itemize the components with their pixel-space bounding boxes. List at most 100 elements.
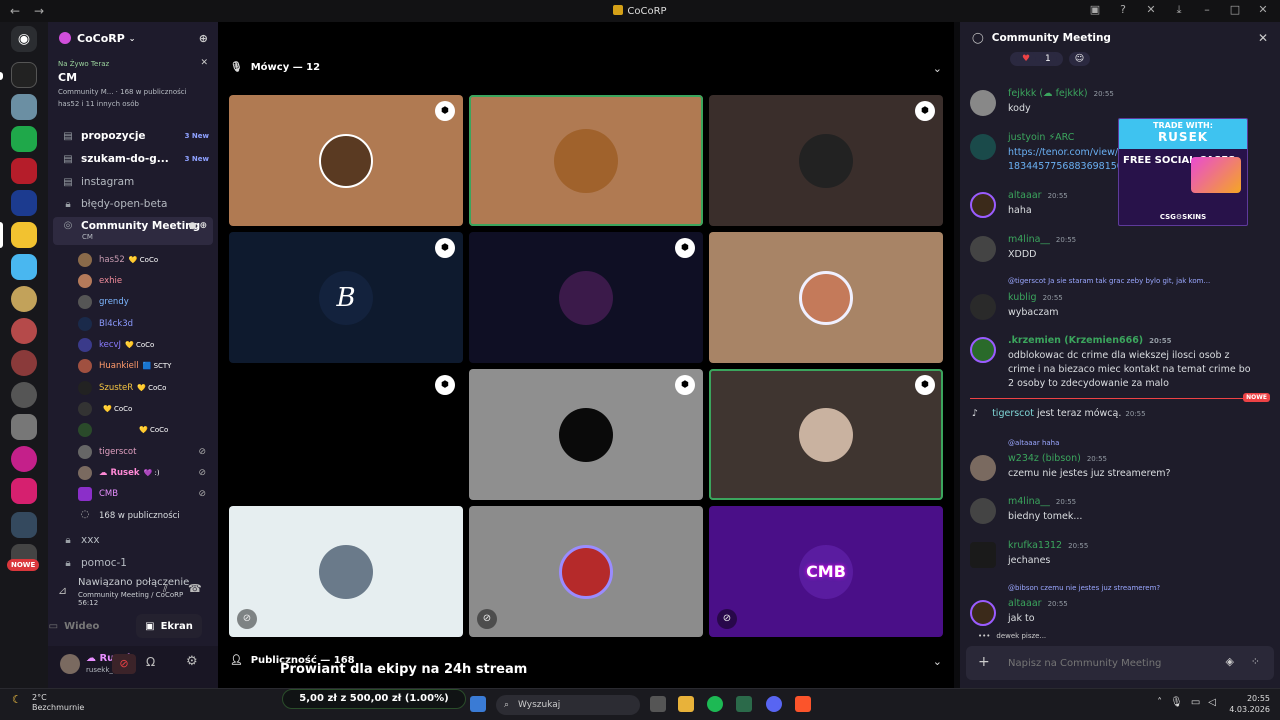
add-reaction-icon[interactable]: ☺	[1068, 52, 1091, 66]
chevron-down-icon[interactable]: ⌄	[933, 62, 942, 75]
server-icon-1[interactable]	[11, 62, 37, 88]
avatar[interactable]	[60, 654, 80, 674]
speaker-tile[interactable]: ⬢	[709, 95, 943, 226]
help-icon[interactable]: ?	[1116, 3, 1130, 17]
file-explorer-icon[interactable]	[678, 696, 694, 712]
message-link[interactable]: https://tenor.com/view/ 1834457756883698…	[1008, 146, 1129, 174]
server-icon-5[interactable]	[11, 190, 37, 216]
server-icon-11[interactable]	[11, 382, 37, 408]
channel-pomoc[interactable]: 🔒︎ pomoc-1	[53, 553, 213, 573]
live-now-card[interactable]: Na Żywo Teraz CM Community M... · 168 w …	[54, 56, 212, 120]
voice-user[interactable]: 💛 CoCo	[78, 399, 212, 419]
reply-preview[interactable]: @bibson czemu nie jestes juz streamerem?	[1008, 584, 1160, 592]
voice-user[interactable]: Huankiell 🟦 SCTY	[78, 356, 212, 376]
inbox-icon[interactable]: ▣	[1088, 3, 1102, 17]
message-author[interactable]: fejkkk (☁ fejkkk) 20:55	[1008, 88, 1114, 99]
display-icon[interactable]: ▭	[1191, 697, 1200, 708]
maximize-icon[interactable]: □	[1228, 3, 1242, 17]
message-author[interactable]: .krzemien (Krzemien666) 20:55	[1008, 335, 1171, 346]
close-icon[interactable]: ✕	[200, 58, 208, 68]
server-icon-15[interactable]	[11, 512, 37, 538]
mic-icon[interactable]: 🎙︎	[1170, 697, 1183, 708]
speaker-tile[interactable]: CMB ⊘	[709, 506, 943, 637]
server-icon-4[interactable]	[11, 158, 37, 184]
mic-muted-icon[interactable]: ⊘	[112, 654, 136, 674]
voice-user[interactable]: has52 💛 CoCo	[78, 250, 212, 270]
server-icon-7[interactable]	[11, 254, 37, 280]
server-icon-9[interactable]	[11, 318, 37, 344]
server-header[interactable]: CoCoRP ⌄ ⊕	[48, 22, 218, 54]
voice-user[interactable]: SzusteR 💛 CoCo	[78, 378, 212, 398]
channel-instagram[interactable]: ▤ instagram	[53, 172, 213, 192]
download-icon[interactable]: ⤓	[1172, 3, 1186, 17]
voice-user[interactable]: kecvJ 💛 CoCo	[78, 335, 212, 355]
heart-reaction[interactable]: ♥ 1	[1010, 52, 1063, 66]
server-icon-cocorp[interactable]	[11, 222, 37, 248]
spotify-icon[interactable]	[707, 696, 723, 712]
weather-widget[interactable]: ☾ 2°C Bezchmurnie	[12, 693, 84, 713]
server-icon-13[interactable]	[11, 446, 37, 472]
message-author[interactable]: altaaar 20:55	[1008, 190, 1068, 201]
voice-user[interactable]: ☁ Rusek 💜 :) ⊘	[78, 463, 212, 483]
message-author[interactable]: m4lina__ 20:55	[1008, 234, 1076, 245]
taskbar-search[interactable]: ⌕ Wyszukaj	[496, 695, 640, 715]
disconnect-icon[interactable]: ☎	[188, 582, 202, 595]
brave-icon[interactable]	[795, 696, 811, 712]
channel-propozycje[interactable]: ▤ propozycje 3 New	[53, 126, 213, 146]
server-icon-8[interactable]	[11, 286, 37, 312]
system-user[interactable]: tigerscot	[992, 408, 1034, 419]
speaker-tile[interactable]: ⊘	[229, 506, 463, 637]
speaker-tile[interactable]: B ⬢	[229, 232, 463, 363]
speaker-tile[interactable]: ⊘	[469, 506, 703, 637]
speaker-tile[interactable]	[709, 232, 943, 363]
channel-bledy[interactable]: 🔒︎ błędy-open-beta	[53, 194, 213, 214]
connection-channel[interactable]: Community Meeting / CoCoRP	[56, 591, 210, 599]
task-view-icon[interactable]	[650, 696, 666, 712]
channel-xxx[interactable]: 🔒︎ xxx	[53, 530, 213, 550]
server-icon-14[interactable]	[11, 478, 37, 504]
server-icon-2[interactable]	[11, 94, 37, 120]
message-author[interactable]: krufka1312 20:55	[1008, 540, 1088, 551]
invite-icon[interactable]: ⊕	[199, 32, 208, 45]
chat-icon[interactable]: ● ⊕	[188, 221, 207, 231]
message-author[interactable]: altaaar 20:55	[1008, 598, 1068, 609]
message-author[interactable]: kublig 20:55	[1008, 292, 1063, 303]
apps-icon[interactable]: ⁘	[1251, 655, 1260, 668]
screen-share-button[interactable]: ▣ Ekran	[136, 614, 202, 638]
voice-user[interactable]: 💛 CoCo	[78, 420, 212, 440]
speaker-tile[interactable]: ⬢	[229, 95, 463, 226]
close-window-icon[interactable]: ✕	[1256, 3, 1270, 17]
tools-icon[interactable]: ✕	[1144, 3, 1158, 17]
minimize-icon[interactable]: –	[1200, 3, 1214, 17]
chevron-up-icon[interactable]: ˄	[1157, 697, 1162, 708]
reply-preview[interactable]: @tigerscot Ja sie staram tak grac zeby b…	[1008, 277, 1210, 285]
message-author[interactable]: justyoin ⚡ARC	[1008, 132, 1074, 143]
plus-icon[interactable]: +	[978, 654, 990, 670]
message-author[interactable]: w234z (bibson) 20:55	[1008, 453, 1107, 464]
speaker-tile[interactable]: ⬢	[229, 369, 463, 500]
message-input[interactable]	[1008, 654, 1208, 672]
sticker-icon[interactable]: ◈	[1226, 655, 1234, 668]
server-icon-10[interactable]	[11, 350, 37, 376]
app-icon[interactable]	[736, 696, 752, 712]
audience-count[interactable]: ◌ 168 w publiczności	[78, 506, 212, 526]
server-icon-3[interactable]	[11, 126, 37, 152]
chevron-down-icon[interactable]: ⌄	[933, 655, 942, 668]
video-button[interactable]: ▭ Wideo	[34, 614, 114, 638]
discord-icon[interactable]	[766, 696, 782, 712]
headphones-icon[interactable]: Ω	[146, 655, 155, 669]
speaker-tile[interactable]: ⬢	[469, 232, 703, 363]
voice-user[interactable]: tigerscot ⊘	[78, 442, 212, 462]
speaker-tile[interactable]: ⬢	[709, 369, 943, 500]
channel-community-meeting[interactable]: ◎ Community Meeting CM ● ⊕	[53, 217, 213, 245]
clock[interactable]: 20:55 4.03.2026	[1229, 693, 1270, 715]
close-icon[interactable]: ✕	[1258, 31, 1268, 45]
channel-szukam[interactable]: ▤ szukam-do-g... 3 New	[53, 149, 213, 169]
noise-suppression-icon[interactable]: ⫽	[163, 582, 168, 596]
server-icon-12[interactable]	[11, 414, 37, 440]
volume-icon[interactable]: ◁	[1208, 697, 1216, 708]
reply-preview[interactable]: @altaaar haha	[1008, 439, 1059, 447]
gear-icon[interactable]: ⚙	[186, 654, 198, 669]
voice-user[interactable]: exhie	[78, 271, 212, 291]
voice-user[interactable]: CMB ⊘	[78, 484, 212, 504]
